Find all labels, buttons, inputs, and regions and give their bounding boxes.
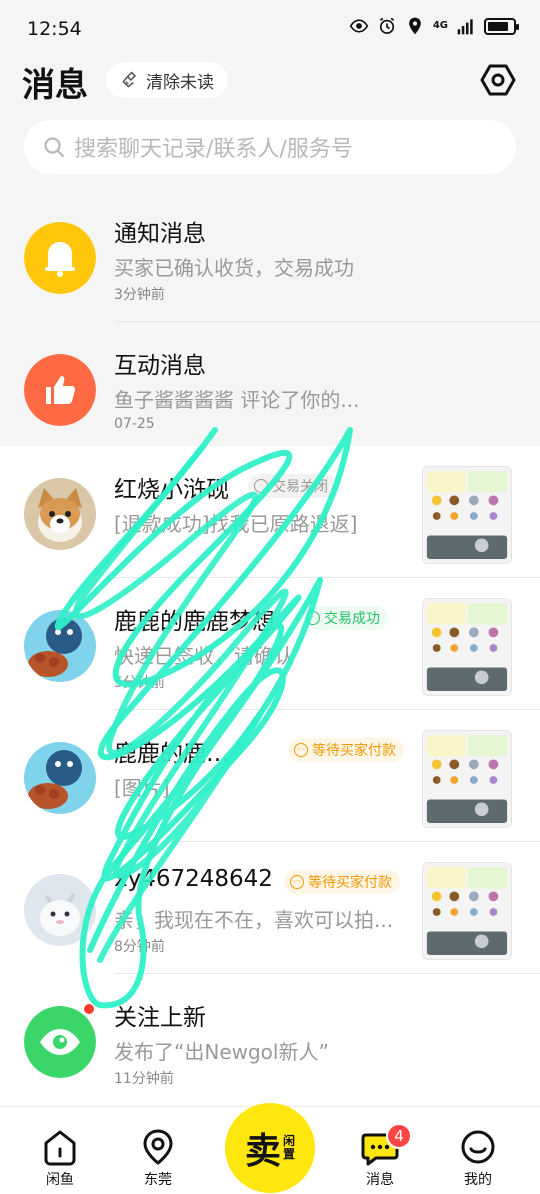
home-icon: [44, 1130, 76, 1166]
location-icon: [405, 16, 425, 36]
status-dot-icon: ···: [290, 875, 304, 889]
row-preview: [图片]: [114, 776, 170, 800]
network-label: 4G: [432, 20, 448, 31]
row-title: 鹿鹿的鹿鹿梦想: [114, 609, 275, 635]
chat-list: 红烧小浒砚 · 交易关闭 [退款成功]找我已原路退返] 鹿鹿的鹿鹿梦想 · 交易成功…: [0, 446, 540, 1106]
product-thumbnail[interactable]: [422, 862, 512, 960]
thumbs-up-icon: [24, 354, 96, 426]
row-title: 鹿鹿的鹿…: [114, 741, 229, 767]
row-preview: 鱼子酱酱酱酱 评论了你的...: [114, 388, 360, 412]
row-title: xy467248642: [114, 866, 273, 892]
pinned-list: 通知消息 买家已确认收货，交易成功 3分钟前 互动消息 鱼子酱酱酱酱 评论了你的…: [0, 190, 540, 446]
chat-row[interactable]: 鹿鹿的鹿鹿梦想 · 交易成功 快递已签收，请确认 5分钟前: [0, 578, 540, 710]
status-time: 12:54: [27, 18, 82, 40]
row-title: 红烧小浒砚: [114, 477, 229, 503]
row-preview: 快递已签收，请确认: [114, 644, 294, 668]
bottom-nav: 闲鱼 东莞 卖 闲 置 4 消息 我的: [0, 1103, 540, 1194]
nav-home-label: 闲鱼: [46, 1172, 74, 1188]
bell-icon: [24, 222, 96, 294]
sell-button[interactable]: 卖 闲 置: [225, 1103, 315, 1193]
row-title: 关注上新: [114, 1005, 206, 1031]
status-badge: ··· 等待买家付款: [288, 738, 404, 762]
search-placeholder: 搜索聊天记录/联系人/服务号: [74, 137, 353, 162]
status-badge-label: 交易关闭: [272, 479, 328, 495]
unread-dot: [82, 1002, 96, 1016]
row-time: 07-25: [114, 416, 155, 432]
blue-cartoon-avatar: [24, 742, 96, 814]
status-badge-label: 交易成功: [324, 611, 380, 627]
nav-home[interactable]: 闲鱼: [20, 1127, 100, 1189]
search-icon: [42, 135, 66, 159]
row-preview: [退款成功]找我已原路退返]: [114, 512, 358, 536]
status-badge: · 交易成功: [300, 606, 388, 630]
row-time: 8分钟前: [114, 939, 165, 955]
settings-icon[interactable]: [480, 62, 516, 98]
row-preview: 发布了“出Newgol新人”: [114, 1040, 329, 1064]
corgi-avatar: [24, 478, 96, 550]
signal-icon: [456, 16, 476, 36]
status-bar: 12:54 4G: [0, 0, 540, 56]
nav-messages-label: 消息: [366, 1172, 394, 1188]
row-preview: 买家已确认收货，交易成功: [114, 256, 354, 280]
status-badge: · 交易关闭: [248, 474, 336, 498]
chat-row[interactable]: 红烧小浒砚 · 交易关闭 [退款成功]找我已原路退返]: [0, 446, 540, 578]
nav-messages[interactable]: 4 消息: [340, 1123, 420, 1189]
clear-unread-button[interactable]: 清除未读: [106, 62, 228, 98]
row-time: 11分钟前: [114, 1071, 174, 1087]
notification-row[interactable]: 通知消息 买家已确认收货，交易成功 3分钟前: [0, 190, 540, 322]
status-badge-label: 等待买家付款: [308, 875, 392, 891]
location-pin-icon: [143, 1129, 173, 1165]
broom-icon: [120, 70, 140, 90]
sell-sub-label-2: 置: [283, 1147, 296, 1161]
white-creature-avatar: [24, 874, 96, 946]
eye-icon: [349, 16, 369, 36]
row-preview: 亲，我现在不在，喜欢可以拍...: [114, 908, 394, 932]
header: 消息 清除未读: [0, 56, 540, 120]
status-dot-icon: ·: [306, 611, 320, 625]
battery-icon: [484, 17, 519, 35]
interaction-row[interactable]: 互动消息 鱼子酱酱酱酱 评论了你的... 07-25: [0, 322, 540, 454]
eye-avatar: [24, 1006, 96, 1078]
row-time: 5分钟前: [114, 675, 165, 691]
chat-row[interactable]: xy467248642 ··· 等待买家付款 亲，我现在不在，喜欢可以拍... 8…: [0, 842, 540, 974]
product-thumbnail[interactable]: [422, 598, 512, 696]
status-dot-icon: ·: [254, 479, 268, 493]
search-input[interactable]: 搜索聊天记录/联系人/服务号: [24, 120, 516, 174]
follow-updates-row[interactable]: 关注上新 发布了“出Newgol新人” 11分钟前: [0, 974, 540, 1106]
clear-unread-label: 清除未读: [146, 72, 214, 93]
product-thumbnail[interactable]: [422, 730, 512, 828]
messages-badge: 4: [386, 1123, 412, 1149]
status-badge: ··· 等待买家付款: [284, 870, 400, 894]
nav-me-label: 我的: [464, 1172, 492, 1188]
nav-local[interactable]: 东莞: [118, 1127, 198, 1189]
row-title: 通知消息: [114, 221, 206, 247]
smile-profile-icon: [461, 1130, 495, 1164]
status-badge-label: 等待买家付款: [312, 743, 396, 759]
blue-cartoon-avatar: [24, 610, 96, 682]
nav-me[interactable]: 我的: [438, 1127, 518, 1189]
product-thumbnail[interactable]: [422, 466, 512, 564]
status-dot-icon: ···: [294, 743, 308, 757]
page-title: 消息: [22, 65, 88, 104]
sell-label: 卖: [244, 1130, 281, 1172]
row-title: 互动消息: [114, 353, 206, 379]
row-time: 3分钟前: [114, 287, 165, 303]
nav-local-label: 东莞: [144, 1172, 172, 1188]
alarm-icon: [377, 16, 397, 36]
chat-row[interactable]: 鹿鹿的鹿… ··· 等待买家付款 [图片]: [0, 710, 540, 842]
